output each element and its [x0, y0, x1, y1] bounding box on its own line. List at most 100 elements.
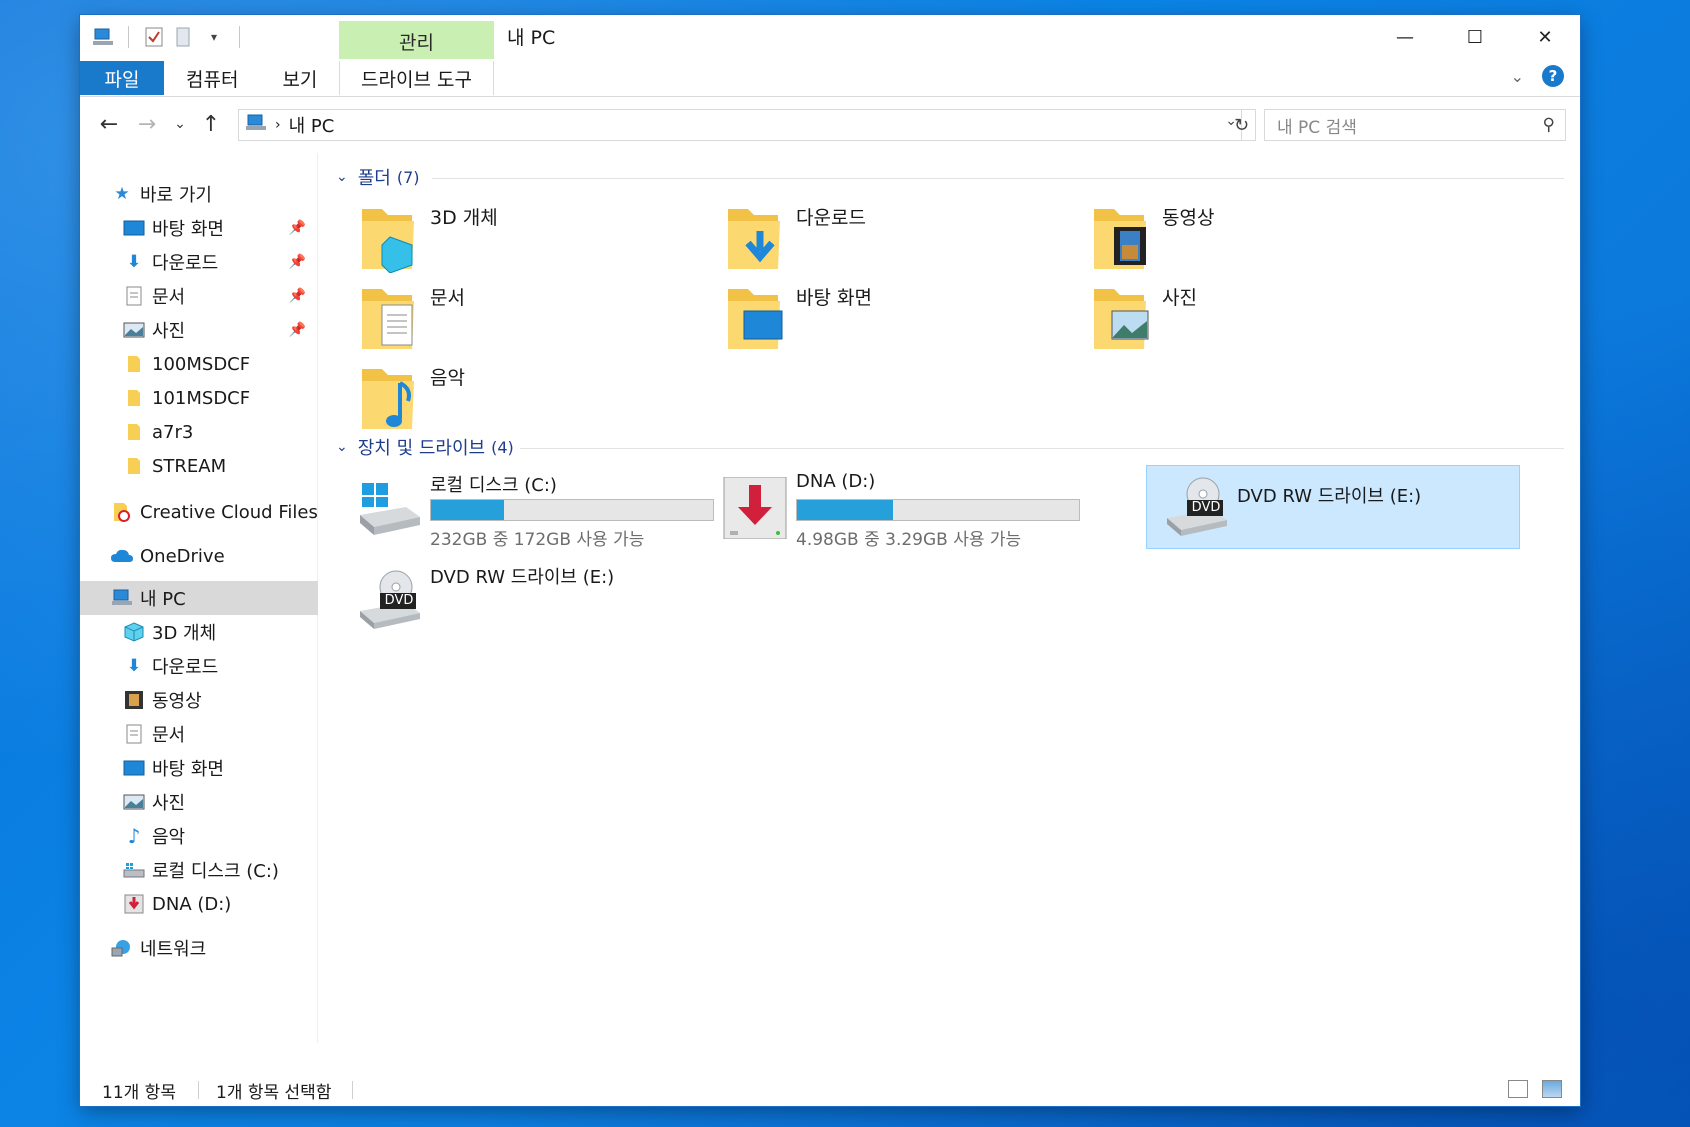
folder-videos[interactable]: 동영상	[1072, 199, 1412, 279]
nav-item-this-pc[interactable]: 내 PC	[80, 581, 318, 615]
search-input[interactable]: 내 PC 검색 ⚲	[1264, 109, 1566, 141]
drive-dvd-rw-e[interactable]: DVD DVD RW 드라이브 (E:)	[340, 559, 710, 641]
help-icon[interactable]: ?	[1542, 65, 1564, 87]
folders-group-header[interactable]: ⌄ 폴더 (7)	[336, 163, 420, 191]
nav-label: 바로 가기	[140, 185, 212, 206]
tab-computer[interactable]: 컴퓨터	[164, 61, 260, 95]
dna-drive-icon	[722, 476, 788, 540]
drive-dna-d[interactable]: DNA (D:) 4.98GB 중 3.29GB 사용 가능	[706, 467, 1080, 550]
large-icons-view-icon[interactable]	[1542, 1080, 1562, 1098]
nav-item-pc-dna-drive[interactable]: DNA (D:)	[80, 887, 318, 921]
status-bar: 11개 항목 1개 항목 선택함	[80, 1072, 1580, 1106]
tab-view[interactable]: 보기	[260, 61, 339, 95]
this-pc-icon[interactable]	[92, 26, 114, 48]
address-bar[interactable]: › 내 PC ⌄	[238, 109, 1242, 141]
breadcrumb-this-pc[interactable]: 내 PC	[289, 112, 335, 138]
nav-item-pictures[interactable]: 사진 📌	[80, 313, 318, 347]
pin-icon[interactable]: 📌	[289, 322, 306, 338]
dvd-badge: DVD	[1191, 500, 1221, 515]
nav-item-onedrive[interactable]: OneDrive	[80, 539, 318, 573]
search-icon[interactable]: ⚲	[1543, 115, 1555, 135]
manage-context-tab[interactable]: 관리	[339, 21, 494, 59]
tab-drive-tools[interactable]: 드라이브 도구	[339, 61, 494, 95]
nav-item-pc-3d-objects[interactable]: 3D 개체	[80, 615, 318, 649]
nav-item-100msdcf[interactable]: 100MSDCF	[80, 347, 318, 381]
file-explorer-window: ▾ 관리 내 PC — ☐ ✕ 파일 컴퓨터 보기 드라이브 도구 ⌄ ? ← …	[80, 15, 1580, 1106]
nav-item-desktop[interactable]: 바탕 화면 📌	[80, 211, 318, 245]
folder-downloads[interactable]: 다운로드	[706, 199, 1046, 279]
details-view-icon[interactable]	[1508, 1080, 1528, 1098]
nav-label: 내 PC	[140, 589, 186, 610]
star-icon: ★	[114, 184, 130, 204]
tab-file[interactable]: 파일	[80, 61, 164, 95]
folder-icon	[122, 387, 146, 409]
folder-desktop[interactable]: 바탕 화면	[706, 279, 1046, 359]
3d-objects-icon	[122, 621, 146, 643]
local-disk-icon	[356, 477, 422, 539]
new-folder-icon[interactable]	[173, 26, 195, 48]
drives-count: (4)	[491, 437, 514, 457]
pin-icon[interactable]: 📌	[289, 288, 306, 304]
nav-label: 100MSDCF	[152, 353, 251, 375]
refresh-icon[interactable]: ↻	[1228, 109, 1256, 141]
nav-item-101msdcf[interactable]: 101MSDCF	[80, 381, 318, 415]
close-button[interactable]: ✕	[1510, 15, 1580, 59]
nav-item-pc-documents[interactable]: 문서	[80, 717, 318, 751]
nav-item-pc-pictures[interactable]: 사진	[80, 785, 318, 819]
nav-item-pc-downloads[interactable]: ⬇ 다운로드	[80, 649, 318, 683]
folder-icon	[122, 455, 146, 477]
nav-item-creative-cloud[interactable]: Creative Cloud Files	[80, 495, 318, 529]
collapse-chevron-icon[interactable]: ⌄	[336, 169, 348, 185]
drive-free-space: 4.98GB 중 3.29GB 사용 가능	[796, 530, 1022, 550]
nav-item-pc-desktop[interactable]: 바탕 화면	[80, 751, 318, 785]
drive-dvd-rw-e-selected[interactable]: DVD DVD RW 드라이브 (E:)	[1146, 465, 1520, 549]
drives-header-label: 장치 및 드라이브	[357, 438, 486, 459]
folder-3d-objects[interactable]: 3D 개체	[340, 199, 680, 279]
nav-label: a7r3	[152, 421, 194, 443]
nav-label: DNA (D:)	[152, 893, 232, 915]
music-icon: ♪	[127, 824, 141, 848]
customize-toolbar-dropdown-icon[interactable]: ▾	[203, 26, 225, 48]
network-icon	[110, 937, 134, 959]
music-icon	[360, 363, 418, 433]
nav-item-pc-local-disk[interactable]: 로컬 디스크 (C:)	[80, 853, 318, 887]
nav-label: 다운로드	[152, 657, 219, 678]
folder-music[interactable]: 음악	[340, 359, 680, 439]
nav-item-stream[interactable]: STREAM	[80, 449, 318, 483]
this-pc-icon	[245, 114, 267, 137]
folder-documents[interactable]: 문서	[340, 279, 680, 359]
nav-item-a7r3[interactable]: a7r3	[80, 415, 318, 449]
maximize-button[interactable]: ☐	[1440, 15, 1510, 59]
recent-locations-chevron-icon[interactable]: ⌄	[170, 106, 190, 142]
properties-icon[interactable]	[143, 26, 165, 48]
collapse-chevron-icon[interactable]: ⌄	[336, 439, 348, 455]
expand-ribbon-chevron-icon[interactable]: ⌄	[1511, 67, 1524, 86]
download-arrow-icon	[726, 203, 784, 273]
nav-item-documents[interactable]: 문서 📌	[80, 279, 318, 313]
drive-local-disk-c[interactable]: 로컬 디스크 (C:) 232GB 중 172GB 사용 가능	[340, 467, 714, 550]
nav-quick-access[interactable]: ★ 바로 가기	[80, 177, 318, 211]
up-arrow-icon[interactable]: ↑	[196, 106, 226, 142]
nav-label: STREAM	[152, 455, 227, 477]
dvd-drive-icon: DVD	[1163, 476, 1229, 538]
pin-icon[interactable]: 📌	[289, 254, 306, 270]
desktop-icon	[122, 217, 146, 239]
back-arrow-icon[interactable]: ←	[94, 106, 124, 142]
drive-usage-bar	[796, 499, 1080, 521]
download-arrow-icon: ⬇	[126, 252, 142, 272]
search-placeholder: 내 PC 검색	[1277, 117, 1357, 138]
nav-item-downloads[interactable]: ⬇ 다운로드 📌	[80, 245, 318, 279]
minimize-button[interactable]: —	[1370, 15, 1440, 59]
folder-pictures[interactable]: 사진	[1072, 279, 1412, 359]
nav-item-pc-music[interactable]: ♪ 음악	[80, 819, 318, 853]
forward-arrow-icon[interactable]: →	[132, 106, 162, 142]
nav-item-pc-videos[interactable]: 동영상	[80, 683, 318, 717]
drives-group-header[interactable]: ⌄ 장치 및 드라이브 (4)	[336, 433, 514, 461]
breadcrumb-separator-icon[interactable]: ›	[275, 117, 281, 133]
document-icon	[122, 723, 146, 745]
nav-item-network[interactable]: 네트워크	[80, 931, 318, 965]
desktop-icon	[726, 283, 784, 353]
nav-label: OneDrive	[140, 545, 225, 567]
folder-name: 다운로드	[796, 207, 866, 229]
pin-icon[interactable]: 📌	[289, 220, 306, 236]
